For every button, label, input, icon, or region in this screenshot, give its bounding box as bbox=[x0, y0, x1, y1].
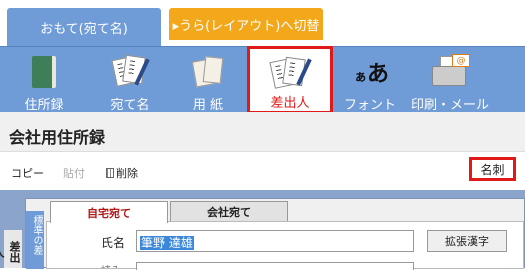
tab-switch-to-back[interactable]: ▸うら(レイアウト)へ切替 bbox=[169, 8, 323, 40]
tab-home[interactable]: 自宅宛て bbox=[50, 201, 168, 223]
page-title: 会社用住所録 bbox=[0, 112, 525, 152]
paper-icon bbox=[188, 52, 228, 90]
ribbon-sender-button[interactable]: 差出人 bbox=[247, 46, 333, 114]
ribbon-label: 印刷・メール bbox=[410, 98, 489, 113]
name-input[interactable]: 筆野 達雄 bbox=[136, 230, 414, 252]
ribbon-label: 差出人 bbox=[270, 96, 310, 111]
tab-company[interactable]: 会社宛て bbox=[170, 201, 288, 221]
ribbon-address-book-button[interactable]: 住所録 bbox=[14, 47, 74, 113]
reading-label: 読み bbox=[101, 262, 121, 268]
ribbon-label: 住所録 bbox=[24, 98, 64, 113]
sender-editor: 標準の差 会社宛て 氏名 筆野 達雄 拡張漢字 読み 自宅宛て bbox=[25, 198, 525, 270]
ribbon-label: 用 紙 bbox=[192, 98, 224, 113]
copy-button[interactable]: コピー bbox=[11, 165, 44, 181]
sender-panel: 差出人 標準の差 会社宛て 氏名 筆野 達雄 拡張漢字 読み 自宅宛て bbox=[0, 190, 525, 270]
sender-form: 氏名 筆野 達雄 拡張漢字 読み bbox=[46, 221, 524, 270]
ribbon-label: 宛て名 bbox=[110, 98, 150, 113]
delete-button[interactable]: 削除 bbox=[106, 165, 138, 181]
ribbon-print-mail-button[interactable]: @ 印刷・メール bbox=[410, 47, 490, 113]
side-tab-sender[interactable]: 差出人 bbox=[0, 230, 22, 268]
edit-toolbar: コピー 貼付 削除 bbox=[0, 152, 525, 190]
address-cards-icon bbox=[110, 52, 150, 90]
trash-icon bbox=[106, 168, 114, 178]
vertical-strip-label: 標準の差 bbox=[26, 211, 44, 269]
font-icon: ぁあ bbox=[354, 61, 390, 87]
tab-front-address[interactable]: おもて(宛て名) bbox=[7, 8, 161, 46]
ribbon-toolbar: 住所録 宛て名 用 紙 差出人 ぁあ フォント @ 印刷・メール bbox=[0, 46, 525, 114]
printer-mail-icon: @ bbox=[430, 52, 470, 90]
ribbon-font-button[interactable]: ぁあ フォント bbox=[340, 47, 400, 113]
extended-kanji-button[interactable]: 拡張漢字 bbox=[427, 230, 507, 252]
ribbon-paper-button[interactable]: 用 紙 bbox=[178, 47, 238, 113]
address-book-icon bbox=[24, 52, 64, 90]
paste-button[interactable]: 貼付 bbox=[63, 165, 85, 181]
business-card-button[interactable]: 名刺 bbox=[469, 157, 516, 181]
name-label: 氏名 bbox=[101, 236, 126, 250]
top-tab-bar: おもて(宛て名) ▸うら(レイアウト)へ切替 bbox=[0, 0, 525, 46]
reading-input[interactable] bbox=[136, 262, 414, 270]
ribbon-label: フォント bbox=[343, 98, 396, 113]
ribbon-address-button[interactable]: 宛て名 bbox=[100, 47, 160, 113]
sender-cards-icon bbox=[269, 54, 312, 89]
